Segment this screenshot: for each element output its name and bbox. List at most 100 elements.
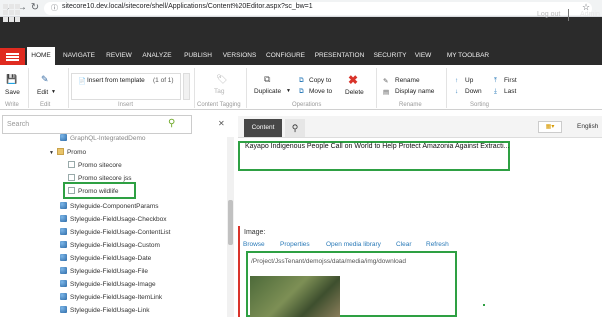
delete-icon[interactable]: ✖: [348, 73, 358, 87]
rename-button[interactable]: Rename: [395, 77, 420, 84]
template-icon[interactable]: 📄: [78, 77, 86, 85]
tab-my-toolbar[interactable]: MY TOOLBAR: [443, 47, 493, 65]
copy-to-button[interactable]: Copy to: [309, 77, 331, 84]
versions-dropdown[interactable]: ▦▾: [538, 121, 562, 133]
sitecore-launchpad-icon[interactable]: [3, 4, 21, 22]
tree-item[interactable]: Styleguide-FieldUsage-Custom: [60, 241, 160, 249]
tree-scrollbar-thumb[interactable]: [228, 200, 233, 245]
group-divider: [376, 68, 377, 108]
tree-item[interactable]: Promo sitecore jss: [68, 174, 131, 182]
group-divider: [28, 68, 29, 108]
annotation-dot: [483, 304, 485, 306]
group-label-operations: Operations: [292, 102, 322, 108]
search-icon[interactable]: ⚲: [285, 119, 305, 137]
tab-versions[interactable]: VERSIONS: [221, 47, 258, 65]
group-divider: [68, 68, 69, 108]
header-divider: [568, 9, 569, 21]
search-placeholder: Search: [7, 121, 30, 128]
tab-home[interactable]: HOME: [27, 47, 55, 65]
clear-link[interactable]: Clear: [396, 241, 412, 248]
field-section-marker: [238, 226, 240, 317]
reload-icon[interactable]: ↻: [29, 2, 41, 14]
last-arrow-icon[interactable]: ⤓: [494, 88, 497, 96]
component-icon: [60, 280, 67, 287]
user-name[interactable]: Admin: [580, 11, 600, 18]
tree-item[interactable]: Styleguide-FieldUsage-ContentList: [60, 228, 170, 236]
search-input[interactable]: [2, 115, 192, 134]
hamburger-menu-icon[interactable]: [0, 48, 25, 65]
down-arrow-icon[interactable]: ↓: [455, 88, 458, 95]
save-icon[interactable]: 💾: [6, 74, 17, 84]
edit-icon[interactable]: ✎: [41, 74, 49, 84]
component-icon: [60, 202, 67, 209]
save-button[interactable]: Save: [5, 89, 20, 96]
language-selector[interactable]: English: [577, 123, 598, 130]
display-name-button[interactable]: Display name: [395, 88, 434, 95]
sort-first-button[interactable]: First: [504, 77, 517, 84]
tree-item[interactable]: Styleguide-FieldUsage-Link: [60, 306, 150, 314]
delete-button[interactable]: Delete: [345, 89, 364, 96]
first-arrow-icon[interactable]: ⤒: [494, 77, 497, 85]
duplicate-button[interactable]: Duplicate: [254, 88, 281, 95]
tag-icon[interactable]: 🏷: [216, 74, 227, 84]
refresh-link[interactable]: Refresh: [426, 241, 449, 248]
browse-link[interactable]: Browse: [243, 241, 265, 248]
component-icon: [60, 228, 67, 235]
group-label-sorting: Sorting: [470, 102, 490, 108]
logout-link[interactable]: Log out: [537, 11, 560, 18]
group-label-edit: Edit: [40, 102, 51, 108]
page-icon: [68, 161, 75, 168]
title-field-value[interactable]: Kayapo Indigenous People Call on World t…: [245, 143, 509, 150]
group-divider: [194, 68, 195, 108]
sort-down-button[interactable]: Down: [465, 88, 482, 95]
tree-item[interactable]: Styleguide-FieldUsage-Checkbox: [60, 215, 166, 223]
component-icon: [60, 293, 67, 300]
tree-item[interactable]: Styleguide-FieldUsage-File: [60, 267, 148, 275]
properties-link[interactable]: Properties: [280, 241, 310, 248]
image-path: /Project/JssTenant/demojss/data/media/im…: [251, 258, 406, 265]
annotation-highlight: [63, 182, 136, 199]
tab-view[interactable]: VIEW: [413, 47, 433, 65]
display-name-icon[interactable]: ▤: [383, 88, 389, 96]
duplicate-icon[interactable]: ⧉: [264, 74, 270, 84]
tree-item[interactable]: Styleguide-ComponentParams: [60, 202, 159, 210]
open-media-library-link[interactable]: Open media library: [326, 241, 381, 248]
page-icon: [68, 174, 75, 181]
component-icon: [60, 267, 67, 274]
tab-navigate[interactable]: NAVIGATE: [60, 47, 98, 65]
expand-arrow-icon[interactable]: ▼: [49, 150, 54, 156]
tree-item[interactable]: Promo sitecore: [68, 161, 122, 169]
tree-item[interactable]: Styleguide-FieldUsage-Image: [60, 280, 156, 288]
tree-item[interactable]: ▼ Promo: [49, 148, 86, 156]
group-label-content-tagging: Content Tagging: [197, 102, 241, 108]
tab-security[interactable]: SECURITY: [371, 47, 409, 65]
search-icon[interactable]: ⚲: [168, 118, 175, 129]
sort-up-button[interactable]: Up: [465, 77, 473, 84]
tab-configure[interactable]: CONFIGURE: [263, 47, 308, 65]
up-arrow-icon[interactable]: ↑: [455, 77, 458, 84]
tree-item[interactable]: Styleguide-FieldUsage-ItemLink: [60, 293, 162, 301]
tree-item[interactable]: Styleguide-FieldUsage-Date: [60, 254, 151, 262]
image-thumbnail[interactable]: [250, 276, 340, 317]
close-icon[interactable]: ✕: [218, 119, 225, 128]
tab-presentation[interactable]: PRESENTATION: [313, 47, 366, 65]
insert-from-template[interactable]: Insert from template: [87, 77, 145, 84]
tree-item[interactable]: GraphQL-IntegratedDemo: [60, 134, 146, 142]
move-to-button[interactable]: Move to: [309, 88, 332, 95]
sort-last-button[interactable]: Last: [504, 88, 516, 95]
component-icon: [60, 241, 67, 248]
move-to-icon[interactable]: ⧉: [299, 88, 304, 96]
rename-icon[interactable]: ✎: [383, 77, 388, 85]
tab-publish[interactable]: PUBLISH: [180, 47, 216, 65]
duplicate-dropdown-arrow-icon[interactable]: ▼: [286, 88, 291, 94]
copy-to-icon[interactable]: ⧉: [299, 77, 304, 85]
tab-content[interactable]: Content: [244, 119, 282, 137]
info-icon[interactable]: ⓘ: [51, 3, 58, 13]
insert-scrollbar[interactable]: [183, 73, 190, 100]
tab-analyze[interactable]: ANALYZE: [139, 47, 175, 65]
url-text[interactable]: sitecore10.dev.local/sitecore/shell/Appl…: [62, 3, 313, 10]
edit-dropdown-arrow-icon[interactable]: ▼: [51, 89, 56, 95]
tab-review[interactable]: REVIEW: [104, 47, 134, 65]
tag-button[interactable]: Tag: [214, 88, 224, 95]
edit-button[interactable]: Edit: [37, 89, 48, 96]
